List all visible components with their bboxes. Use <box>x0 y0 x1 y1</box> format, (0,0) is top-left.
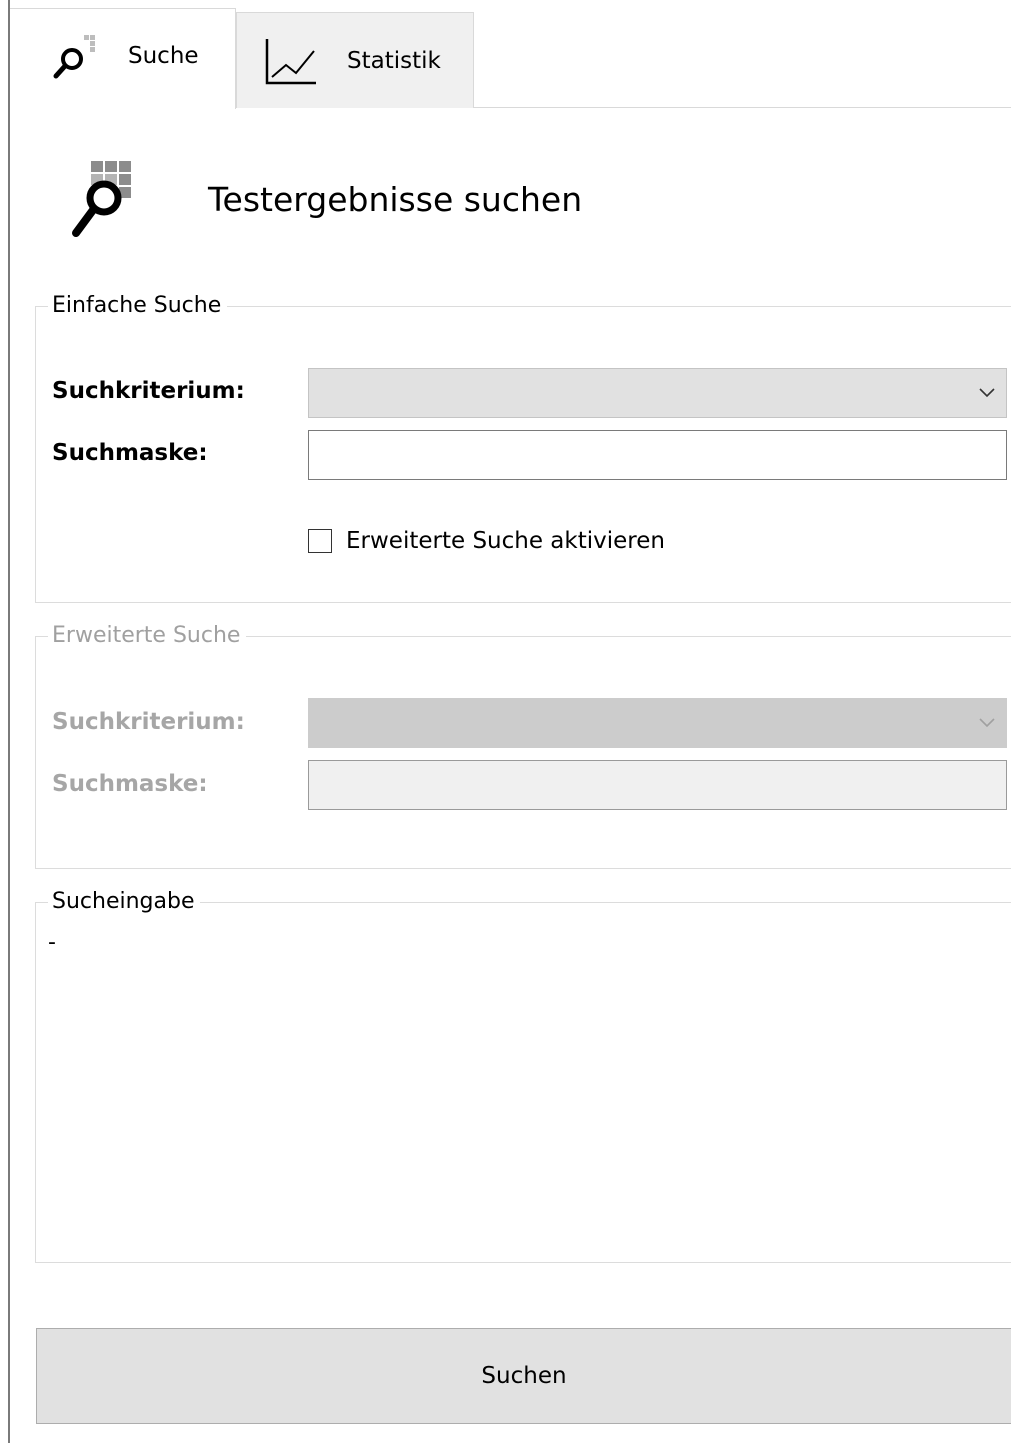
advanced-search-toggle[interactable]: Erweiterte Suche aktivieren <box>308 528 665 554</box>
simple-mask-input[interactable] <box>308 430 1007 480</box>
search-input-legend: Sucheingabe <box>48 888 201 916</box>
line-chart-icon <box>264 37 318 91</box>
page-title: Testergebnisse suchen <box>208 180 583 219</box>
search-window: Suche Statistik Testergebnisse suchen Ei… <box>0 0 1011 1443</box>
search-button[interactable]: Suchen <box>36 1328 1011 1424</box>
tab-suche-label: Suche <box>128 43 199 69</box>
advanced-criterion-dropdown <box>308 698 1007 748</box>
advanced-search-legend: Erweiterte Suche <box>48 622 247 650</box>
search-input-group: Sucheingabe <box>35 888 1011 1263</box>
advanced-criterion-label: Suchkriterium: <box>52 709 245 735</box>
advanced-search-checkbox[interactable] <box>308 529 332 553</box>
simple-criterion-label: Suchkriterium: <box>52 378 245 404</box>
advanced-search-checkbox-label[interactable]: Erweiterte Suche aktivieren <box>346 528 665 554</box>
advanced-search-group: Erweiterte Suche <box>35 622 1011 869</box>
search-grid-icon <box>50 31 102 87</box>
simple-search-legend: Einfache Suche <box>48 292 228 320</box>
search-grid-icon <box>68 160 152 246</box>
chevron-down-icon <box>978 383 996 405</box>
simple-criterion-dropdown[interactable] <box>308 368 1007 418</box>
tab-statistik-label: Statistik <box>347 48 441 74</box>
search-input-summary: - <box>48 930 56 955</box>
tab-suche[interactable]: Suche <box>10 8 236 109</box>
advanced-mask-label: Suchmaske: <box>52 771 208 797</box>
simple-mask-label: Suchmaske: <box>52 440 208 466</box>
chevron-down-icon <box>978 713 996 735</box>
advanced-mask-input <box>308 760 1007 810</box>
window-left-border <box>8 0 10 1443</box>
tab-statistik[interactable]: Statistik <box>236 12 474 108</box>
